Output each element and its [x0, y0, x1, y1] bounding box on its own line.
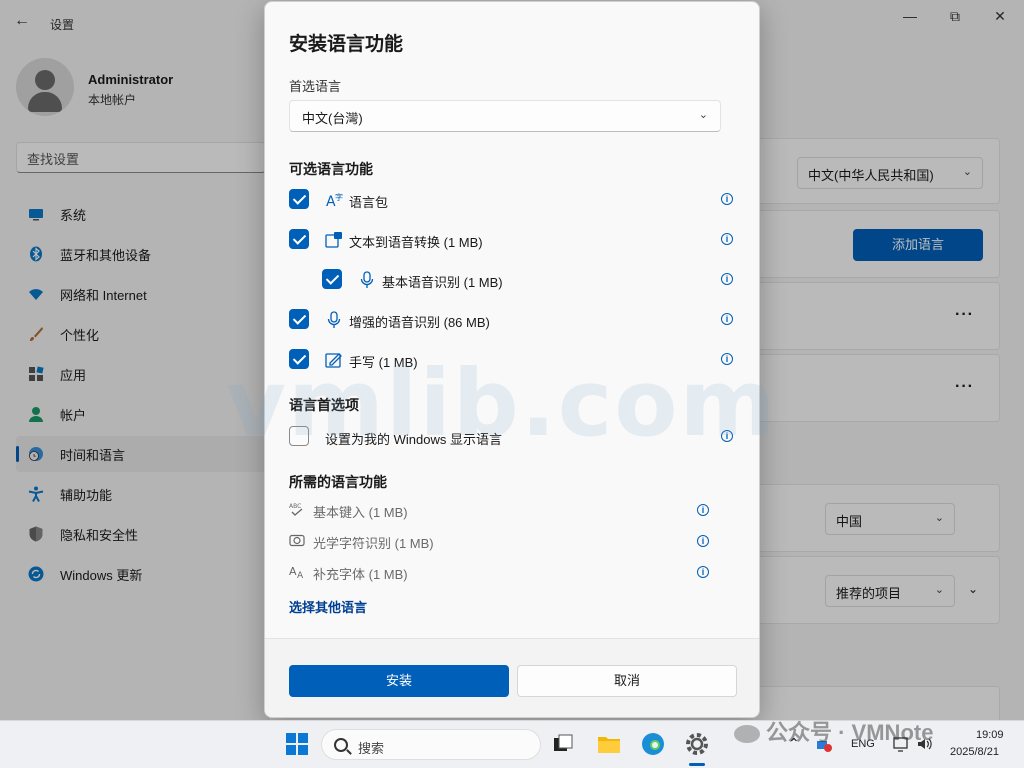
clock-time[interactable]: 19:09	[976, 729, 1004, 741]
cancel-button[interactable]: 取消	[517, 665, 737, 697]
text-to-speech-icon	[325, 232, 342, 248]
feature-label: 语言包	[349, 195, 389, 210]
handwriting-icon	[325, 353, 342, 368]
feature-label: 文本到语音转换 (1 MB)	[349, 235, 483, 250]
microphone-icon	[327, 311, 341, 328]
dialog-footer: 安装 取消	[265, 638, 759, 717]
checkbox-unchecked[interactable]	[289, 426, 309, 446]
microphone-icon	[360, 271, 374, 288]
checkbox-checked[interactable]	[289, 189, 309, 209]
file-explorer-icon[interactable]	[596, 731, 622, 757]
info-icon[interactable]: i	[721, 430, 733, 442]
feature-enhanced-speech[interactable]: 增强的语音识别 (86 MB) i	[289, 309, 739, 331]
info-icon[interactable]: i	[697, 566, 709, 578]
feature-label: 手写 (1 MB)	[349, 355, 418, 370]
svg-text:字: 字	[335, 192, 343, 202]
task-view-icon[interactable]	[550, 731, 576, 757]
feature-handwriting[interactable]: 手写 (1 MB) i	[289, 349, 739, 371]
required-supplemental-fonts: AA 补充字体 (1 MB) i	[289, 562, 739, 582]
option-label: 设置为我的 Windows 显示语言	[325, 432, 502, 447]
preferred-language-select[interactable]: 中文(台灣) ⌄	[289, 100, 721, 132]
checkbox-checked[interactable]	[289, 229, 309, 249]
set-display-language-option[interactable]: 设置为我的 Windows 显示语言 i	[289, 426, 739, 448]
edge-browser-icon[interactable]	[640, 731, 666, 757]
choose-other-language-link[interactable]: 选择其他语言	[289, 597, 367, 616]
info-icon[interactable]: i	[697, 535, 709, 547]
search-placeholder: 搜索	[358, 741, 385, 756]
clock-date[interactable]: 2025/8/21	[950, 746, 999, 758]
wechat-icon	[734, 725, 760, 744]
required-features-heading: 所需的语言功能	[289, 474, 387, 490]
info-icon[interactable]: i	[697, 504, 709, 516]
svg-text:A: A	[297, 571, 304, 579]
select-value: 中文(台灣)	[302, 111, 363, 126]
wechat-mark-text: 公众号 · VMNote	[766, 720, 934, 745]
install-language-dialog: 安装语言功能 首选语言 中文(台灣) ⌄ 可选语言功能 A字 语言包 i 文本到…	[264, 1, 760, 718]
info-icon[interactable]: i	[721, 273, 733, 285]
info-icon[interactable]: i	[721, 313, 733, 325]
checkbox-checked[interactable]	[322, 269, 342, 289]
chevron-down-icon: ⌄	[698, 109, 708, 121]
feature-text-to-speech[interactable]: 文本到语音转换 (1 MB) i	[289, 229, 739, 251]
checkbox-checked[interactable]	[289, 309, 309, 329]
required-label: 光学字符识别 (1 MB)	[313, 536, 434, 551]
feature-basic-speech[interactable]: 基本语音识别 (1 MB) i	[322, 269, 739, 291]
search-icon	[334, 738, 348, 752]
feature-label: 基本语音识别 (1 MB)	[382, 275, 503, 290]
feature-label: 增强的语音识别 (86 MB)	[349, 315, 490, 330]
feature-language-pack[interactable]: A字 语言包 i	[289, 189, 739, 211]
svg-text:ABC: ABC	[289, 503, 301, 510]
optional-features-heading: 可选语言功能	[289, 161, 373, 177]
language-preferences-heading: 语言首选项	[289, 397, 359, 413]
install-button[interactable]: 安装	[289, 665, 509, 697]
settings-gear-icon[interactable]	[684, 731, 710, 757]
wechat-watermark: 公众号 · VMNote	[734, 715, 933, 747]
info-icon[interactable]: i	[721, 353, 733, 365]
spellcheck-icon: ABC	[289, 503, 303, 516]
font-icon: AA	[289, 565, 304, 579]
info-icon[interactable]: i	[721, 193, 733, 205]
windows-start-icon[interactable]	[284, 731, 310, 757]
required-ocr: 光学字符识别 (1 MB) i	[289, 531, 739, 551]
checkbox-checked[interactable]	[289, 349, 309, 369]
taskbar-search-input[interactable]: 搜索	[321, 729, 541, 760]
required-label: 基本键入 (1 MB)	[313, 505, 408, 520]
required-basic-typing: ABC 基本键入 (1 MB) i	[289, 500, 739, 520]
camera-icon	[289, 534, 305, 547]
language-pack-icon: A字	[326, 192, 343, 209]
active-app-indicator	[689, 763, 705, 766]
dialog-title: 安装语言功能	[289, 34, 404, 55]
svg-text:A: A	[289, 565, 297, 578]
required-label: 补充字体 (1 MB)	[313, 567, 408, 582]
preferred-language-label: 首选语言	[289, 79, 342, 94]
info-icon[interactable]: i	[721, 233, 733, 245]
